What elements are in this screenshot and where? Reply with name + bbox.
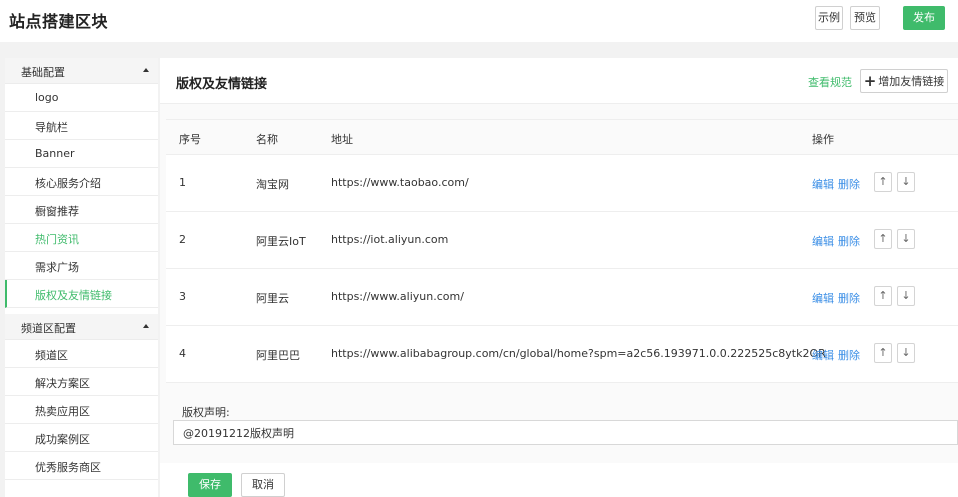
table-row: 2 阿里云IoT https://iot.aliyun.com 编辑 删除 ↑ … [166,212,958,269]
move-up-icon[interactable]: ↑ [874,343,892,363]
move-down-icon[interactable]: ↓ [897,286,915,306]
copyright-label: 版权声明: [182,406,230,419]
sidebar-item-label: 成功案例区 [35,433,90,446]
move-down-icon[interactable]: ↓ [897,172,915,192]
table-header: 序号 名称 地址 操作 [166,119,958,155]
edit-link[interactable]: 编辑 [812,347,834,363]
row-address: https://www.taobao.com/ [331,176,469,189]
sidebar-item-label: 橱窗推荐 [35,205,79,218]
edit-link[interactable]: 编辑 [812,290,834,306]
copyright-input[interactable] [173,420,958,445]
top-header: 站点搭建区块 示例 预览 发布 [0,0,958,42]
row-no: 2 [179,233,186,246]
sidebar-item-label: logo [35,91,59,104]
row-name: 阿里云 [256,292,289,305]
move-down-icon[interactable]: ↓ [897,229,915,249]
form-footer: 保存 取消 [160,463,958,497]
panel-title: 版权及友情链接 [176,77,268,92]
move-up-icon[interactable]: ↑ [874,172,892,192]
save-button[interactable]: 保存 [188,473,232,497]
sidebar-item-showcase[interactable]: 橱窗推荐 [5,196,158,224]
sidebar-item-label: 版权及友情链接 [35,289,112,302]
plus-icon: + [863,72,877,90]
main-panel: 版权及友情链接 查看规范 + 增加友情链接 序号 名称 地址 操作 1 淘宝网 h… [160,58,958,497]
caret-up-icon [143,324,149,328]
sidebar-item-banner[interactable]: Banner [5,140,158,168]
edit-link[interactable]: 编辑 [812,233,834,249]
sidebar-item-label: 导航栏 [35,121,68,134]
sidebar-item-navbar[interactable]: 导航栏 [5,112,158,140]
panel-header: 版权及友情链接 查看规范 + 增加友情链接 [160,58,958,104]
table-row: 4 阿里巴巴 https://www.alibabagroup.com/cn/g… [166,326,958,383]
sidebar-item-hot-news[interactable]: 热门资讯 [5,224,158,252]
sidebar-item-label: 频道区 [35,349,68,362]
sidebar-item-copyright-links[interactable]: 版权及友情链接 [5,280,158,308]
view-spec-link[interactable]: 查看规范 [808,74,852,90]
column-header-no: 序号 [179,133,201,146]
sidebar-group-channel[interactable]: 频道区配置 [5,314,158,340]
sidebar-item-core-services[interactable]: 核心服务介绍 [5,168,158,196]
row-no: 3 [179,290,186,303]
row-name: 淘宝网 [256,178,289,191]
row-address: https://www.aliyun.com/ [331,290,464,303]
delete-link[interactable]: 删除 [838,176,860,192]
delete-link[interactable]: 删除 [838,347,860,363]
column-header-address: 地址 [331,133,353,146]
row-name: 阿里巴巴 [256,349,300,362]
delete-link[interactable]: 删除 [838,290,860,306]
sidebar-item-label: 热门资讯 [35,233,79,246]
example-button[interactable]: 示例 [815,6,843,30]
sidebar-item-channel[interactable]: 频道区 [5,340,158,368]
links-table: 序号 名称 地址 操作 1 淘宝网 https://www.taobao.com… [166,119,958,383]
caret-up-icon [143,68,149,72]
publish-button[interactable]: 发布 [903,6,945,30]
sidebar-item-success-cases[interactable]: 成功案例区 [5,424,158,452]
sidebar-item-service-providers[interactable]: 优秀服务商区 [5,452,158,480]
add-friend-link-button[interactable]: + 增加友情链接 [860,69,948,93]
move-up-icon[interactable]: ↑ [874,286,892,306]
row-address: https://www.alibabagroup.com/cn/global/h… [331,347,826,360]
row-no: 1 [179,176,186,189]
sidebar-item-demand-square[interactable]: 需求广场 [5,252,158,280]
sidebar-group-label: 频道区配置 [21,322,76,335]
sidebar-item-label: 需求广场 [35,261,79,274]
add-friend-link-label: 增加友情链接 [878,75,945,88]
sidebar-item-logo[interactable]: logo [5,84,158,112]
sidebar-item-label: 核心服务介绍 [35,177,101,190]
sidebar-item-solutions[interactable]: 解决方案区 [5,368,158,396]
cancel-button[interactable]: 取消 [241,473,285,497]
column-header-operation: 操作 [812,133,834,146]
row-name: 阿里云IoT [256,235,306,248]
sidebar-item-label: Banner [35,147,75,160]
table-row: 1 淘宝网 https://www.taobao.com/ 编辑 删除 ↑ ↓ [166,155,958,212]
sidebar-item-hot-apps[interactable]: 热卖应用区 [5,396,158,424]
table-row: 3 阿里云 https://www.aliyun.com/ 编辑 删除 ↑ ↓ [166,269,958,326]
column-header-name: 名称 [256,133,278,146]
sidebar-group-basic[interactable]: 基础配置 [5,58,158,84]
preview-button[interactable]: 预览 [850,6,880,30]
edit-link[interactable]: 编辑 [812,176,834,192]
sidebar: 基础配置 logo 导航栏 Banner 核心服务介绍 橱窗推荐 热门资讯 需求… [5,58,158,497]
sidebar-group-label: 基础配置 [21,66,65,79]
sidebar-item-label: 热卖应用区 [35,405,90,418]
row-address: https://iot.aliyun.com [331,233,449,246]
delete-link[interactable]: 删除 [838,233,860,249]
sidebar-item-label: 解决方案区 [35,377,90,390]
move-up-icon[interactable]: ↑ [874,229,892,249]
sidebar-item-label: 优秀服务商区 [35,461,101,474]
row-no: 4 [179,347,186,360]
move-down-icon[interactable]: ↓ [897,343,915,363]
page-title: 站点搭建区块 [9,12,109,31]
